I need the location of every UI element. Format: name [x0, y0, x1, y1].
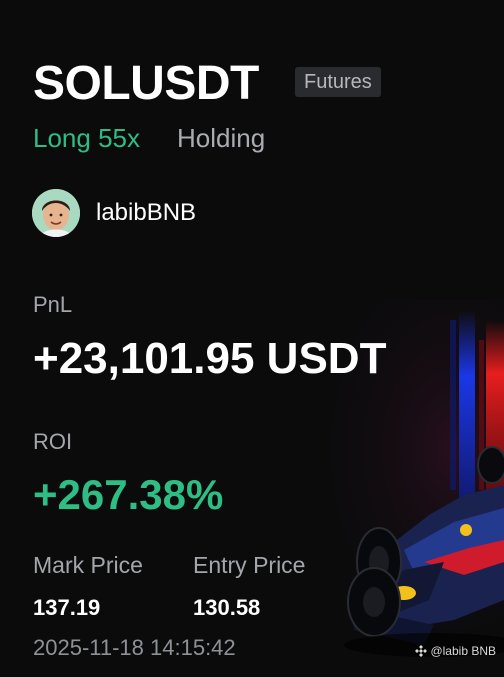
pnl-label: PnL [33, 292, 73, 317]
avatar [32, 189, 80, 237]
entry-price-label: Entry Price [193, 552, 306, 578]
binance-logo-icon [415, 645, 428, 657]
symbol-title: SOLUSDT [33, 57, 259, 110]
entry-price-value: 130.58 [193, 595, 261, 620]
watermark-text: @labib BNB [430, 644, 496, 658]
avatar-photo [32, 189, 80, 237]
watermark: @labib BNB [415, 643, 496, 659]
position-side-leverage: Long 55x [33, 123, 140, 153]
roi-label: ROI [33, 429, 73, 454]
position-status: Holding [177, 123, 266, 153]
timestamp: 2025-11-18 14:15:42 [33, 635, 236, 660]
mark-price-value: 137.19 [33, 595, 101, 620]
market-type-badge: Futures [295, 67, 381, 97]
pnl-value: +23,101.95 USDT [33, 334, 387, 383]
roi-value: +267.38% [33, 471, 224, 518]
mark-price-label: Mark Price [33, 552, 143, 578]
username: labibBNB [96, 199, 197, 226]
